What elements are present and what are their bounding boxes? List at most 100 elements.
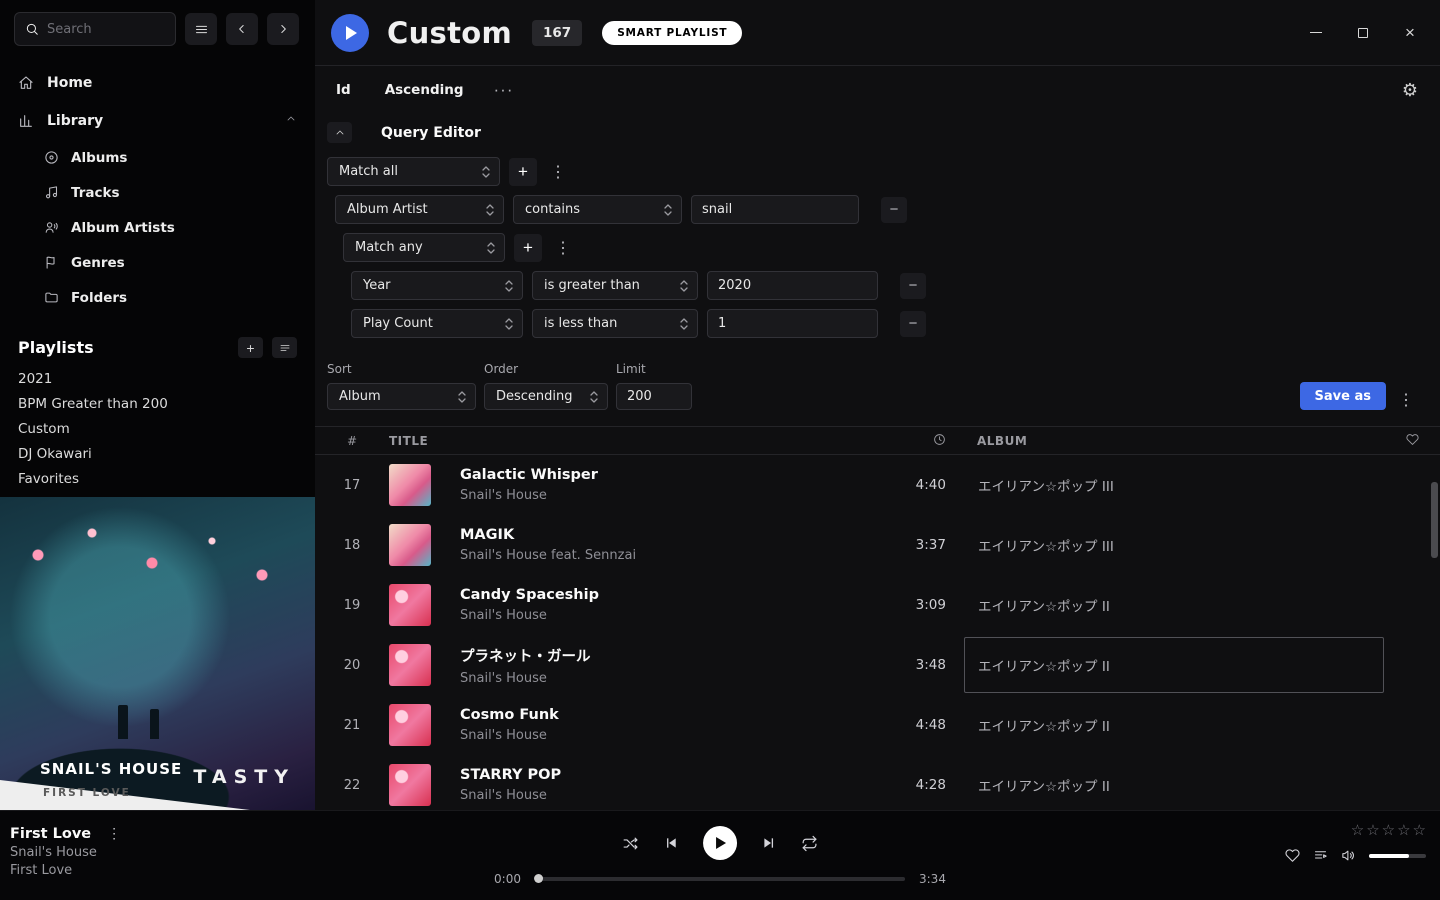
minimize-button[interactable]	[1308, 25, 1324, 41]
sidebar-item-folders[interactable]: Folders	[0, 280, 315, 315]
column-album[interactable]: ALBUM	[964, 434, 1384, 448]
queue-button[interactable]	[1313, 848, 1328, 863]
column-title[interactable]: TITLE	[389, 434, 874, 448]
volume-button[interactable]	[1341, 848, 1356, 863]
sidebar-item-label: Home	[47, 75, 92, 91]
column-index[interactable]: #	[347, 434, 357, 448]
forward-button[interactable]	[267, 13, 299, 45]
rule-value-input[interactable]	[691, 195, 859, 224]
add-rule-button[interactable]: +	[509, 158, 537, 186]
next-button[interactable]	[761, 835, 777, 851]
sort-field-button[interactable]: Id	[336, 82, 351, 98]
star-icon[interactable]: ☆	[1397, 821, 1410, 839]
track-row[interactable]: 22 STARRY POPSnail's House 4:28 エイリアン☆ポッ…	[315, 755, 1440, 810]
rule-operator-select[interactable]: is less than	[532, 309, 698, 338]
track-row[interactable]: 17 Galactic WhisperSnail's House 4:40 エイ…	[315, 455, 1440, 515]
save-as-button[interactable]: Save as	[1300, 382, 1386, 410]
sidebar-item-albums[interactable]: Albums	[0, 140, 315, 175]
shuffle-button[interactable]	[622, 835, 639, 852]
album-cell[interactable]: エイリアン☆ポップ II	[964, 577, 1384, 633]
track-row[interactable]: 18 MAGIKSnail's House feat. Sennzai 3:37…	[315, 515, 1440, 575]
album-cell[interactable]: エイリアン☆ポップ III	[964, 517, 1384, 573]
album-cell[interactable]: エイリアン☆ポップ II	[964, 757, 1384, 810]
sort-toolbar: Id Ascending ··· ⚙	[315, 66, 1440, 114]
seek-knob[interactable]	[534, 874, 543, 883]
rule-group-menu-button[interactable]: ⋮	[546, 162, 570, 182]
limit-input[interactable]	[616, 383, 692, 410]
match-mode-select[interactable]: Match all	[327, 157, 500, 186]
maximize-button[interactable]	[1355, 25, 1371, 41]
group-match-mode-select[interactable]: Match any	[343, 233, 505, 262]
star-icon[interactable]: ☆	[1366, 821, 1379, 839]
playlist-item[interactable]: Custom	[0, 416, 315, 441]
sidebar-item-tracks[interactable]: Tracks	[0, 175, 315, 210]
playlist-header: Custom 167 SMART PLAYLIST ×	[315, 0, 1440, 66]
now-playing-menu-button[interactable]: ⋮	[103, 825, 125, 842]
group-menu-button[interactable]: ⋮	[551, 238, 575, 258]
repeat-button[interactable]	[801, 835, 818, 852]
sort-select[interactable]: Album	[327, 383, 476, 410]
playlists-header: Playlists +	[18, 337, 297, 358]
track-row[interactable]: 21 Cosmo FunkSnail's House 4:48 エイリアン☆ポッ…	[315, 695, 1440, 755]
close-button[interactable]: ×	[1402, 25, 1418, 41]
rule-operator-select[interactable]: is greater than	[532, 271, 698, 300]
collapse-library-icon[interactable]	[285, 113, 297, 129]
rule-field-select[interactable]: Play Count	[351, 309, 523, 338]
seek-bar[interactable]	[535, 877, 905, 881]
album-cell[interactable]: エイリアン☆ポップ III	[964, 457, 1384, 513]
rule-value-input[interactable]	[707, 271, 878, 300]
favorite-button[interactable]	[1285, 848, 1300, 863]
favorite-column-icon[interactable]	[1406, 433, 1419, 449]
rule-value-input[interactable]	[707, 309, 878, 338]
search-input[interactable]	[47, 22, 157, 37]
scrollbar-thumb[interactable]	[1431, 482, 1438, 558]
sidebar-item-genres[interactable]: Genres	[0, 245, 315, 280]
add-group-rule-button[interactable]: +	[514, 234, 542, 262]
album-cell[interactable]: エイリアン☆ポップ II	[964, 697, 1384, 753]
add-playlist-button[interactable]: +	[238, 337, 263, 358]
remove-rule-button[interactable]: −	[900, 311, 926, 337]
select-updown-icon	[504, 317, 514, 331]
track-row[interactable]: 20 プラネット・ガールSnail's House 3:48 エイリアン☆ポップ…	[315, 635, 1440, 695]
playlist-item[interactable]: Favorites	[0, 466, 315, 491]
sidebar-item-home[interactable]: Home	[0, 64, 315, 102]
rule-field-select[interactable]: Year	[351, 271, 523, 300]
playlist-options-button[interactable]	[272, 337, 297, 358]
order-select[interactable]: Descending	[484, 383, 608, 410]
rule-operator-select[interactable]: contains	[513, 195, 682, 224]
menu-button[interactable]	[185, 13, 217, 45]
search-box[interactable]	[14, 12, 176, 46]
star-icon[interactable]: ☆	[1351, 821, 1364, 839]
save-menu-button[interactable]: ⋮	[1394, 390, 1418, 410]
now-playing-artwork[interactable]: SNAIL'S HOUSE FIRST LOVE TASTY	[0, 497, 315, 810]
rule-field-select[interactable]: Album Artist	[335, 195, 504, 224]
sort-direction-button[interactable]: Ascending	[385, 82, 464, 98]
settings-gear-button[interactable]: ⚙	[1402, 80, 1418, 101]
previous-button[interactable]	[663, 835, 679, 851]
playlist-item[interactable]: BPM Greater than 200	[0, 391, 315, 416]
star-icon[interactable]: ☆	[1382, 821, 1395, 839]
app-window: Home Library Albums Tracks Album Artists	[0, 0, 1440, 900]
group-rule-row: Play Count is less than −	[351, 309, 1440, 338]
playlist-item[interactable]: DJ Okawari	[0, 441, 315, 466]
sidebar-item-album-artists[interactable]: Album Artists	[0, 210, 315, 245]
artwork-title: FIRST LOVE	[43, 787, 131, 799]
play-playlist-button[interactable]	[331, 14, 369, 52]
rating-stars: ☆ ☆ ☆ ☆ ☆	[1351, 821, 1426, 839]
track-row[interactable]: 19 Candy SpaceshipSnail's House 3:09 エイリ…	[315, 575, 1440, 635]
remove-rule-button[interactable]: −	[900, 273, 926, 299]
more-options-button[interactable]: ···	[494, 80, 514, 100]
collapse-query-editor-button[interactable]	[327, 122, 352, 143]
sidebar-item-library[interactable]: Library	[0, 102, 315, 140]
album-cell-focused[interactable]: エイリアン☆ポップ II	[964, 637, 1384, 693]
volume-fill	[1369, 854, 1409, 858]
star-icon[interactable]: ☆	[1413, 821, 1426, 839]
duration-column-icon[interactable]	[933, 433, 964, 449]
back-button[interactable]	[226, 13, 258, 45]
volume-slider[interactable]	[1369, 854, 1426, 858]
play-pause-button[interactable]	[703, 826, 737, 860]
artwork-brand: TASTY	[193, 766, 295, 788]
playlist-item[interactable]: 2021	[0, 366, 315, 391]
remove-rule-button[interactable]: −	[881, 197, 907, 223]
sort-label: Sort	[327, 362, 476, 376]
